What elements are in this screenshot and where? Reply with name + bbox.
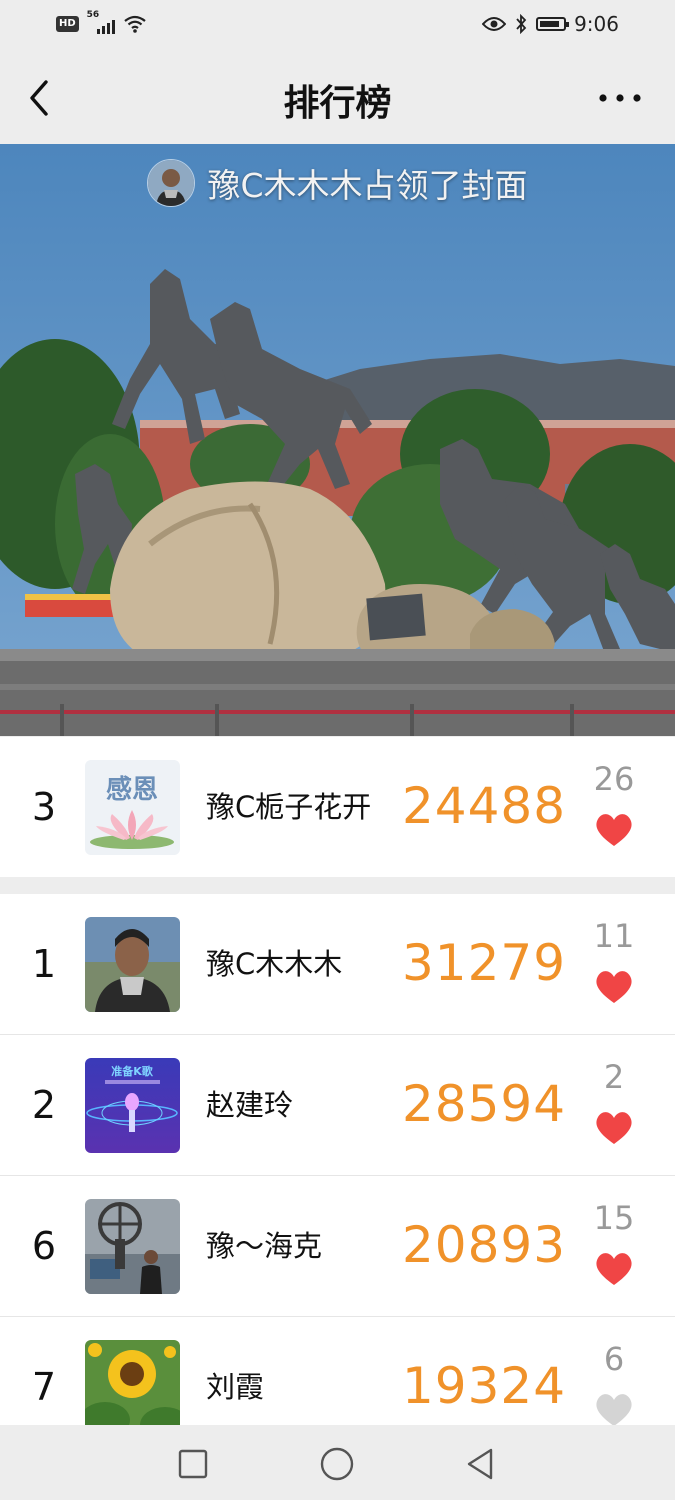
square-icon xyxy=(178,1449,208,1479)
step-count: 24488 xyxy=(402,777,567,835)
like-count: 11 xyxy=(593,917,635,955)
rank-number: 7 xyxy=(31,1365,57,1409)
step-count: 20893 xyxy=(402,1216,567,1274)
rank-row[interactable]: 1 豫C木木木 31279 11 xyxy=(0,894,675,1034)
user-name: 豫～海克 xyxy=(206,1229,323,1263)
my-rank-row[interactable]: 3 感恩 豫C栀子花开 24488 26 xyxy=(0,737,675,877)
rank-number: 6 xyxy=(31,1224,57,1268)
user-avatar[interactable]: 感恩 xyxy=(85,760,180,855)
battery-icon xyxy=(536,17,570,31)
more-dots-icon xyxy=(599,94,641,102)
avatar-text: 感恩 xyxy=(106,775,158,805)
system-back-button[interactable] xyxy=(459,1442,503,1486)
like-count: 6 xyxy=(603,1340,625,1378)
rank-number: 1 xyxy=(31,942,57,986)
step-count: 19324 xyxy=(402,1357,567,1415)
user-name: 赵建玲 xyxy=(206,1088,294,1122)
heart-icon[interactable] xyxy=(594,1109,634,1147)
user-name: 豫C栀子花开 xyxy=(206,790,372,824)
nav-bar: 排行榜 xyxy=(0,52,675,144)
heart-icon[interactable] xyxy=(594,968,634,1006)
recent-apps-button[interactable] xyxy=(171,1442,215,1486)
step-count: 31279 xyxy=(402,934,567,992)
clock-time: 9:06 xyxy=(574,12,619,36)
rank-row[interactable]: 2 准备K歌 赵建玲 28594 2 xyxy=(0,1034,675,1175)
user-avatar[interactable] xyxy=(85,1340,180,1435)
bluetooth-icon xyxy=(516,14,527,34)
rank-number: 3 xyxy=(31,785,57,829)
heart-icon[interactable] xyxy=(594,1391,634,1429)
horse-statue-photo xyxy=(0,144,675,736)
cover-caption: 豫C木木木占领了封面 xyxy=(0,159,675,207)
rank-row[interactable]: 6 豫～海克 20893 15 xyxy=(0,1175,675,1316)
cover-caption-text: 豫C木木木占领了封面 xyxy=(207,166,528,205)
heart-icon[interactable] xyxy=(594,1250,634,1288)
page-title: 排行榜 xyxy=(283,83,392,124)
user-avatar[interactable] xyxy=(85,917,180,1012)
heart-icon[interactable] xyxy=(594,811,634,849)
cover-image[interactable]: 豫C木木木占领了封面 xyxy=(0,144,675,736)
user-name: 豫C木木木 xyxy=(206,947,343,981)
network-type-label: 56 xyxy=(86,10,100,20)
user-name: 刘霞 xyxy=(206,1370,265,1404)
wifi-icon xyxy=(123,15,146,33)
home-button[interactable] xyxy=(315,1442,359,1486)
user-avatar[interactable] xyxy=(85,1199,180,1294)
more-options-button[interactable] xyxy=(595,80,645,116)
like-count: 15 xyxy=(593,1199,635,1237)
avatar-text: 准备K歌 xyxy=(111,1064,154,1078)
user-avatar[interactable]: 准备K歌 xyxy=(85,1058,180,1153)
triangle-back-icon xyxy=(467,1448,493,1480)
like-count: 26 xyxy=(593,760,635,798)
step-count: 28594 xyxy=(402,1075,567,1133)
circle-icon xyxy=(320,1447,354,1481)
hd-badge: HD xyxy=(56,16,79,32)
like-count: 2 xyxy=(603,1058,625,1096)
status-bar: HD 56 9:06 xyxy=(0,0,675,52)
rank-number: 2 xyxy=(31,1083,57,1127)
system-navigation-bar xyxy=(0,1425,675,1500)
eye-icon xyxy=(482,17,507,31)
cellular-signal-icon: 56 xyxy=(87,10,115,34)
cover-owner-avatar[interactable] xyxy=(147,159,196,207)
